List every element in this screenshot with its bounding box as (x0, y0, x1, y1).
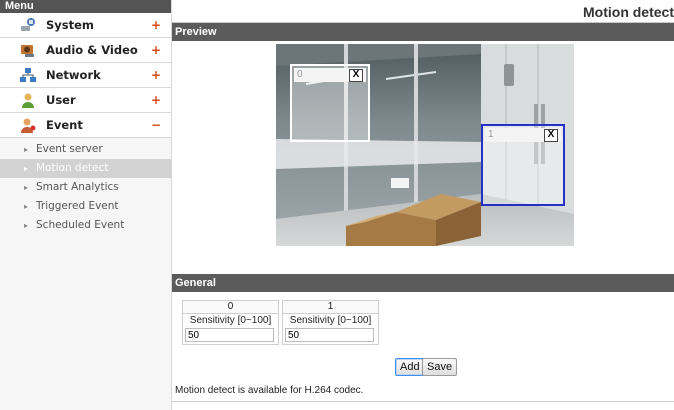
expand-icon[interactable]: + (151, 13, 161, 37)
user-icon (20, 92, 36, 108)
add-button[interactable]: Add (395, 358, 425, 376)
sidebar-item-label: System (46, 18, 94, 32)
sidebar-item-label: User (46, 93, 76, 107)
sidebar-item-label: Audio & Video (46, 43, 138, 57)
expand-icon[interactable]: + (151, 88, 161, 112)
main-content: Motion detect Preview 0 X 1 X General 0 … (172, 0, 674, 410)
sidebar-item-audio-video[interactable]: Audio & Video + (0, 38, 171, 63)
region-index: 1 (488, 129, 494, 140)
menu-header: Menu (0, 0, 171, 13)
region-index-header: 1 (283, 301, 378, 314)
sidebar-subitem-event-server[interactable]: Event server (0, 140, 171, 159)
sensitivity-input-1[interactable] (285, 328, 374, 342)
sidebar-subitem-scheduled-event[interactable]: Scheduled Event (0, 216, 171, 235)
region-index: 0 (297, 69, 303, 80)
network-icon (20, 67, 36, 83)
sensitivity-label: Sensitivity [0~100] (189, 315, 272, 326)
sensitivity-table-1: 1 Sensitivity [0~100] (282, 300, 379, 345)
general-section-header: General (172, 274, 674, 292)
title-bar: Motion detect (172, 0, 674, 23)
page-title: Motion detect (583, 4, 674, 20)
expand-icon[interactable]: + (151, 38, 161, 62)
close-icon[interactable]: X (544, 129, 558, 142)
wrench-icon (20, 17, 36, 33)
sidebar-item-event[interactable]: Event − (0, 113, 171, 138)
sidebar-subitem-motion-detect[interactable]: Motion detect (0, 159, 171, 178)
sidebar-item-network[interactable]: Network + (0, 63, 171, 88)
close-icon[interactable]: X (349, 69, 363, 82)
region-index-header: 0 (183, 301, 278, 314)
sensitivity-label: Sensitivity [0~100] (289, 315, 372, 326)
preview-section-header: Preview (172, 23, 674, 41)
bottom-divider (172, 401, 674, 402)
save-button[interactable]: Save (422, 358, 458, 376)
collapse-icon[interactable]: − (151, 113, 161, 137)
sensitivity-input-0[interactable] (185, 328, 274, 342)
camera-icon (20, 42, 36, 58)
motion-region-0[interactable]: 0 X (290, 64, 370, 142)
event-submenu: Event server Motion detect Smart Analyti… (0, 138, 171, 235)
region-header[interactable]: 0 X (294, 68, 366, 82)
sidebar-item-user[interactable]: User + (0, 88, 171, 113)
event-icon (20, 117, 36, 133)
sensitivity-table-0: 0 Sensitivity [0~100] (182, 300, 279, 345)
sidebar-subitem-smart-analytics[interactable]: Smart Analytics (0, 178, 171, 197)
expand-icon[interactable]: + (151, 63, 161, 87)
sidebar: Menu System + Audio & Video + Network + … (0, 0, 172, 410)
region-header[interactable]: 1 X (485, 128, 561, 142)
sidebar-item-label: Event (46, 118, 83, 132)
sidebar-subitem-triggered-event[interactable]: Triggered Event (0, 197, 171, 216)
sidebar-item-system[interactable]: System + (0, 13, 171, 38)
codec-note: Motion detect is available for H.264 cod… (175, 385, 364, 396)
motion-region-1[interactable]: 1 X (481, 124, 565, 206)
sidebar-item-label: Network (46, 68, 101, 82)
camera-preview[interactable]: 0 X 1 X (276, 44, 574, 246)
